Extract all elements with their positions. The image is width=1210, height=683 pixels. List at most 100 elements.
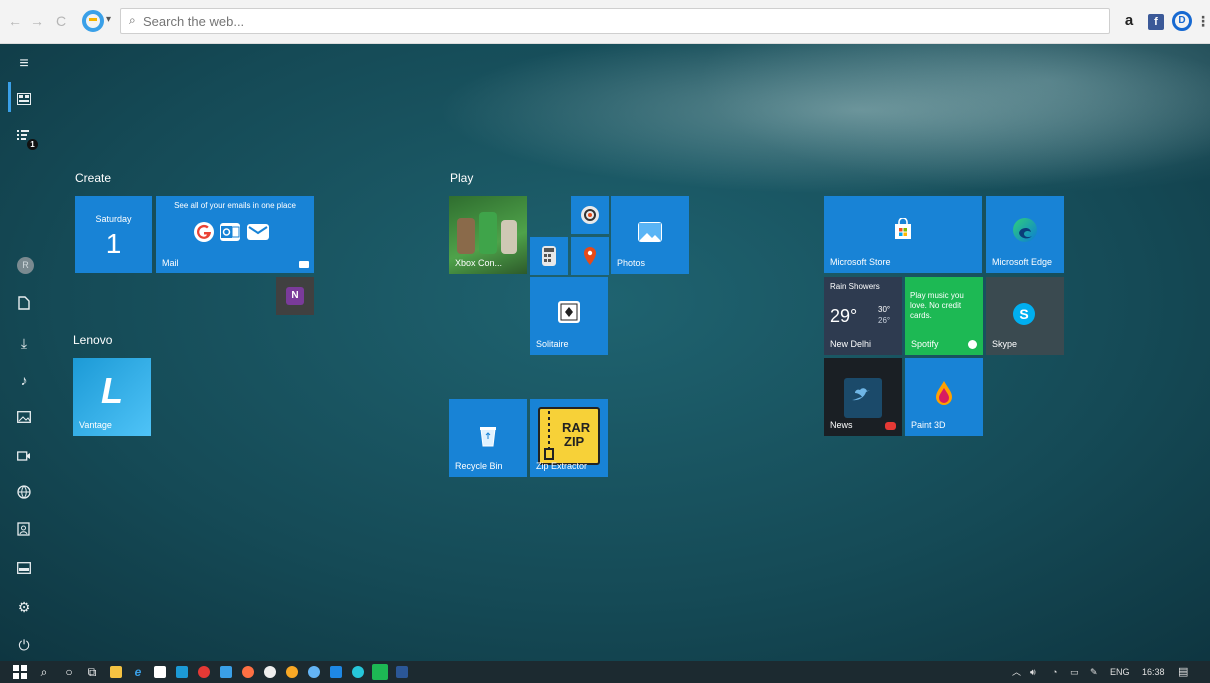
paint-3d-tile[interactable]: Paint 3D bbox=[905, 358, 983, 436]
mail-badge-icon bbox=[299, 261, 309, 268]
notification-badge: 1 bbox=[27, 139, 38, 150]
action-center-icon[interactable]: ▤ bbox=[1178, 664, 1188, 680]
store-taskbar-icon[interactable] bbox=[154, 666, 166, 678]
pen-icon[interactable]: ✎ bbox=[1090, 664, 1098, 680]
settings-gear-icon[interactable]: ⚙ bbox=[14, 597, 34, 617]
personal-folder-icon[interactable] bbox=[14, 521, 34, 541]
firefox-taskbar-icon[interactable] bbox=[242, 666, 254, 678]
group-title-lenovo[interactable]: Lenovo bbox=[73, 333, 112, 347]
weather-city: New Delhi bbox=[830, 339, 872, 349]
vantage-icon: L bbox=[101, 370, 123, 411]
photos-icon bbox=[638, 222, 662, 242]
browser-toolbar: ← → C ▾ ⌕ a f D ⋮ bbox=[0, 0, 1210, 44]
xbox-tile-label: Xbox Con... bbox=[455, 258, 503, 268]
group-title-play[interactable]: Play bbox=[450, 171, 473, 185]
group-title-create[interactable]: Create bbox=[75, 171, 111, 185]
browser-menu-button[interactable]: ⋮ bbox=[1196, 11, 1210, 31]
search-input[interactable] bbox=[143, 11, 1093, 31]
music-icon[interactable]: ♪ bbox=[14, 370, 34, 390]
weather-condition: Rain Showers bbox=[830, 282, 880, 291]
ie-logo-icon[interactable] bbox=[82, 10, 104, 32]
chrome-canary-taskbar-icon[interactable] bbox=[286, 666, 298, 678]
weather-tile[interactable]: Rain Showers 29° 30° 26° New Delhi bbox=[824, 277, 902, 355]
solitaire-tile[interactable]: Solitaire bbox=[530, 277, 608, 355]
network-globe-icon[interactable] bbox=[14, 484, 34, 504]
back-button[interactable]: ← bbox=[8, 13, 22, 29]
cortana-icon[interactable]: ○ bbox=[62, 664, 76, 680]
skype-tile[interactable]: S Skype bbox=[986, 277, 1064, 355]
d-extension-icon[interactable]: D bbox=[1172, 11, 1192, 31]
tiles-view-icon[interactable] bbox=[14, 90, 34, 110]
user-avatar[interactable]: R bbox=[17, 257, 34, 274]
language-indicator[interactable]: ENG bbox=[1110, 664, 1130, 680]
tray-chevron-icon[interactable]: ︿ bbox=[1012, 664, 1021, 680]
news-badge-icon bbox=[885, 422, 896, 430]
paint-drop-icon bbox=[934, 380, 954, 406]
groove-music-tile[interactable] bbox=[571, 196, 609, 234]
facebook-extension-icon[interactable]: f bbox=[1148, 14, 1164, 30]
forward-button[interactable]: → bbox=[30, 13, 44, 29]
file-explorer-taskbar-icon[interactable] bbox=[110, 666, 122, 678]
microsoft-edge-tile[interactable]: Microsoft Edge bbox=[986, 196, 1064, 273]
news-tile[interactable]: News bbox=[824, 358, 902, 436]
calendar-day: Saturday bbox=[95, 214, 132, 224]
recycle-bin-icon bbox=[478, 425, 498, 447]
amazon-extension-icon[interactable]: a bbox=[1122, 11, 1136, 31]
downloads-icon[interactable]: ⤓ bbox=[14, 333, 34, 353]
chevron-down-icon[interactable]: ▾ bbox=[106, 14, 111, 25]
app-taskbar-icon[interactable] bbox=[330, 666, 342, 678]
chrome-taskbar-icon[interactable] bbox=[264, 666, 276, 678]
map-pin-icon bbox=[583, 246, 597, 266]
shopping-bag-icon bbox=[893, 217, 913, 240]
weather-high: 30° bbox=[878, 305, 891, 314]
mail-taskbar-icon[interactable] bbox=[220, 666, 232, 678]
microsoft-store-tile[interactable]: Microsoft Store bbox=[824, 196, 982, 273]
pictures-icon[interactable] bbox=[14, 408, 34, 428]
edge-taskbar-icon[interactable] bbox=[352, 666, 364, 678]
power-icon[interactable]: ⏻ bbox=[14, 635, 34, 655]
search-icon[interactable]: ⌕ bbox=[37, 664, 51, 680]
vantage-tile[interactable]: L Vantage bbox=[73, 358, 151, 436]
vantage-tile-label: Vantage bbox=[79, 420, 112, 430]
taskbar: ⌕ ○ ⧉ e ︿ 🔊︎ ◔ ▭ ✎ ENG 16:38 ▤ bbox=[0, 661, 1210, 683]
paint-3d-tile-label: Paint 3D bbox=[911, 420, 946, 430]
zip-text-zip: ZIP bbox=[564, 434, 585, 449]
file-explorer-icon[interactable] bbox=[14, 559, 34, 579]
documents-icon[interactable] bbox=[14, 295, 34, 315]
wifi-icon[interactable]: ◔ bbox=[1052, 664, 1057, 680]
task-view-icon[interactable]: ⧉ bbox=[85, 664, 99, 680]
recycle-bin-tile[interactable]: Recycle Bin bbox=[449, 399, 527, 477]
edge-icon bbox=[1013, 218, 1037, 242]
calendar-date: 1 bbox=[105, 228, 122, 259]
browser-taskbar-icon[interactable] bbox=[308, 666, 320, 678]
maps-tile[interactable] bbox=[571, 237, 609, 275]
mail-tile[interactable]: See all of your emails in one place Mail bbox=[156, 196, 314, 273]
videos-icon[interactable] bbox=[14, 446, 34, 466]
word-taskbar-icon[interactable] bbox=[396, 666, 408, 678]
volume-icon[interactable]: 🔊︎ bbox=[1030, 664, 1036, 680]
clock[interactable]: 16:38 bbox=[1142, 664, 1165, 680]
refresh-button[interactable]: C bbox=[56, 13, 66, 29]
weather-temperature: 29° bbox=[830, 306, 858, 326]
weather-low: 26° bbox=[878, 316, 891, 325]
zip-extractor-tile[interactable]: RAR ZIP Zip Extractor bbox=[530, 399, 608, 477]
zip-extractor-tile-label: Zip Extractor bbox=[536, 461, 588, 471]
hamburger-menu-icon[interactable]: ≡ bbox=[14, 54, 34, 74]
vantage-taskbar-icon[interactable] bbox=[176, 666, 188, 678]
battery-icon[interactable]: ▭ bbox=[1070, 664, 1079, 680]
calculator-tile[interactable] bbox=[530, 237, 568, 275]
onenote-tile[interactable]: N bbox=[276, 277, 314, 315]
mcafee-taskbar-icon[interactable] bbox=[198, 666, 210, 678]
calculator-icon bbox=[542, 246, 556, 266]
search-box[interactable]: ⌕ bbox=[120, 8, 1110, 34]
photos-tile[interactable]: Photos bbox=[611, 196, 689, 274]
calendar-tile[interactable]: Saturday 1 bbox=[75, 196, 152, 273]
internet-explorer-taskbar-icon[interactable]: e bbox=[131, 664, 145, 680]
spotify-tile[interactable]: Play music you love. No credit cards. Sp… bbox=[905, 277, 983, 355]
search-icon: ⌕ bbox=[129, 13, 136, 27]
recycle-bin-tile-label: Recycle Bin bbox=[455, 461, 503, 471]
xbox-console-tile[interactable]: Xbox Con... bbox=[449, 196, 527, 274]
spotify-logo-icon bbox=[968, 340, 977, 349]
windows-start-icon[interactable] bbox=[12, 664, 28, 680]
spotify-taskbar-icon[interactable] bbox=[372, 664, 388, 680]
